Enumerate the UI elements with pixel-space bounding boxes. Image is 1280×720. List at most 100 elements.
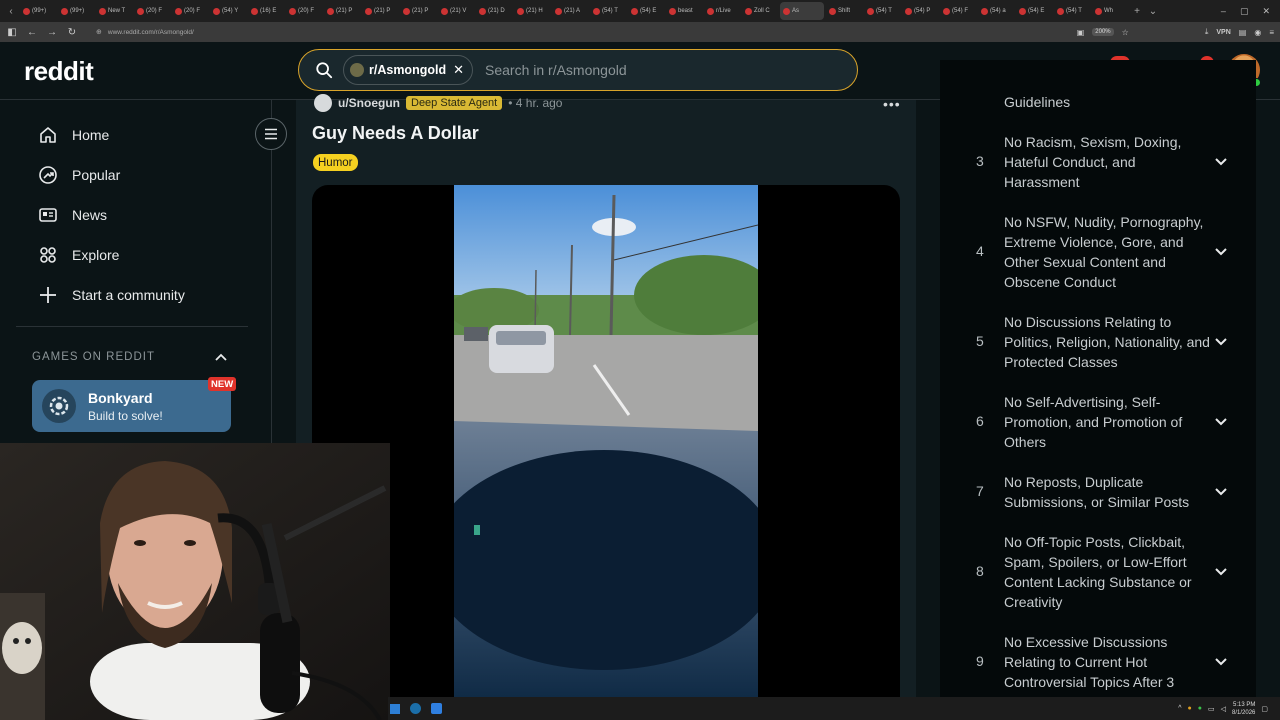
tab-favicon-icon xyxy=(23,7,30,15)
game-card-bonkyard[interactable]: Bonkyard Build to solve! xyxy=(32,380,231,432)
browser-tab[interactable]: (21) P xyxy=(362,2,398,20)
sidebar-item-news[interactable]: News xyxy=(38,204,107,226)
clock[interactable]: 5:13 PM 8/1/2026 xyxy=(1232,701,1255,717)
steam-icon[interactable] xyxy=(410,703,421,714)
maximize-icon[interactable]: ▢ xyxy=(1240,6,1249,17)
browser-tab[interactable]: (21) P xyxy=(400,2,436,20)
chevron-down-icon[interactable] xyxy=(1214,157,1228,167)
browser-tab[interactable]: (54) T xyxy=(590,2,626,20)
browser-tab[interactable]: (20) F xyxy=(172,2,208,20)
tab-list-icon[interactable]: ⌄ xyxy=(1146,4,1160,18)
browser-tab[interactable]: beast xyxy=(666,2,702,20)
app-icon[interactable] xyxy=(431,703,442,714)
browser-tab-bar: ‹ (99+) (99+) New T (20) F (20) F (54) Y (16) … xyxy=(0,0,1280,22)
games-heading[interactable]: GAMES ON REDDIT xyxy=(32,351,155,363)
browser-tab[interactable]: (54) P xyxy=(902,2,938,20)
tray-expand-icon[interactable]: ^ xyxy=(1178,705,1181,712)
tab-label: (54) T xyxy=(1066,8,1082,14)
collapse-sidebar-button[interactable] xyxy=(255,118,287,150)
address-bar-tools: ▣ 200% ☆ ⤓ VPN ▤ ◉ ≡ xyxy=(1077,27,1274,37)
sidebar-item-explore[interactable]: Explore xyxy=(38,244,119,266)
file-explorer-icon[interactable] xyxy=(390,703,400,714)
browser-tab[interactable]: (54) T xyxy=(864,2,900,20)
browser-tab[interactable]: (21) A xyxy=(552,2,588,20)
minimize-icon[interactable]: – xyxy=(1221,6,1226,17)
rule-text: No Reposts, Duplicate Submissions, or Si… xyxy=(1004,474,1190,510)
video-player[interactable] xyxy=(312,185,900,700)
tab-label: (21) P xyxy=(336,8,353,14)
sidebar-item-popular[interactable]: Popular xyxy=(38,164,120,186)
profile-icon[interactable]: ◉ xyxy=(1254,28,1261,37)
browser-tab[interactable]: (54) Y xyxy=(210,2,246,20)
notification-center-icon[interactable]: ▢ xyxy=(1261,705,1268,713)
browser-tab[interactable]: (54) F xyxy=(940,2,976,20)
rule-text: No NSFW, Nudity, Pornography, Extreme Vi… xyxy=(1004,214,1204,290)
chip-remove-icon[interactable]: ✕ xyxy=(453,62,464,78)
sidebar-toggle-icon[interactable]: ◧ xyxy=(6,27,18,38)
tray-app-icon[interactable]: ● xyxy=(1188,705,1192,712)
browser-tab[interactable]: (21) V xyxy=(438,2,474,20)
browser-tab[interactable]: (21) H xyxy=(514,2,550,20)
browser-tab[interactable]: As xyxy=(780,2,824,20)
browser-tab[interactable]: (54) a xyxy=(978,2,1014,20)
search-bar[interactable]: r/Asmongold ✕ Search in r/Asmongold xyxy=(298,49,858,91)
volume-icon[interactable]: ◁ xyxy=(1221,705,1226,713)
vpn-button[interactable]: VPN xyxy=(1216,29,1230,36)
post-title[interactable]: Guy Needs A Dollar xyxy=(312,123,479,144)
browser-tab[interactable]: (21) D xyxy=(476,2,512,20)
browser-tab[interactable]: Shift xyxy=(826,2,862,20)
url-field[interactable]: ⊕ www.reddit.com/r/Asmongold/ xyxy=(86,24,1069,40)
browser-tab[interactable]: Zoll C xyxy=(742,2,778,20)
browser-tab[interactable]: (99+) xyxy=(58,2,94,20)
tray-app-icon[interactable]: ● xyxy=(1198,705,1202,712)
tab-favicon-icon xyxy=(631,7,638,15)
close-window-icon[interactable]: ✕ xyxy=(1262,6,1270,17)
tab-label: Wh xyxy=(1104,8,1113,14)
download-icon[interactable]: ⤓ xyxy=(1205,27,1209,37)
search-input[interactable]: Search in r/Asmongold xyxy=(485,62,627,78)
browser-tab[interactable]: New T xyxy=(96,2,132,20)
browser-tab[interactable]: (20) F xyxy=(134,2,170,20)
chevron-up-icon[interactable] xyxy=(214,352,228,362)
browser-tab[interactable]: Wh xyxy=(1092,2,1128,20)
browser-tab[interactable]: (54) E xyxy=(628,2,664,20)
rule-number: 7 xyxy=(976,483,984,499)
new-tab-icon[interactable]: + xyxy=(1130,4,1144,18)
browser-tab[interactable]: (54) E xyxy=(1016,2,1052,20)
sidebar-item-start-community[interactable]: Start a community xyxy=(38,284,185,306)
post-flair[interactable]: Humor xyxy=(313,154,358,171)
network-icon[interactable]: ▭ xyxy=(1208,705,1215,713)
site-info-icon[interactable]: ⊕ xyxy=(96,28,102,36)
browser-tab[interactable]: (16) E xyxy=(248,2,284,20)
chevron-down-icon[interactable] xyxy=(1214,247,1228,257)
chevron-down-icon[interactable] xyxy=(1214,417,1228,427)
reddit-logo[interactable]: reddit xyxy=(24,56,94,87)
browser-tab[interactable]: (54) T xyxy=(1054,2,1090,20)
browser-tab[interactable]: r/Live xyxy=(704,2,740,20)
browser-tab[interactable]: (99+) xyxy=(20,2,56,20)
tab-label: (54) T xyxy=(602,8,618,14)
browser-tab[interactable]: (20) F xyxy=(286,2,322,20)
browser-tab[interactable]: (21) P xyxy=(324,2,360,20)
tab-label: (21) D xyxy=(488,8,505,14)
chevron-down-icon[interactable] xyxy=(1214,657,1228,667)
author-name[interactable]: u/Snoegun xyxy=(338,96,400,110)
chevron-down-icon[interactable] xyxy=(1214,337,1228,347)
tab-label: (54) T xyxy=(876,8,892,14)
chevron-down-icon[interactable] xyxy=(1214,567,1228,577)
tab-favicon-icon xyxy=(745,7,752,15)
reader-icon[interactable]: ▣ xyxy=(1077,28,1085,37)
wallet-icon[interactable]: ▤ xyxy=(1239,28,1247,37)
tab-scroll-left-icon[interactable]: ‹ xyxy=(4,4,18,18)
reload-icon[interactable]: ↻ xyxy=(66,27,78,38)
forward-icon[interactable]: → xyxy=(46,27,58,38)
zoom-indicator[interactable]: 200% xyxy=(1092,28,1114,36)
sidebar-item-home[interactable]: Home xyxy=(38,124,109,146)
back-icon[interactable]: ← xyxy=(26,27,38,38)
chevron-down-icon[interactable] xyxy=(1214,487,1228,497)
menu-icon[interactable]: ≡ xyxy=(1269,28,1274,37)
author-avatar[interactable] xyxy=(314,94,332,112)
bookmark-star-icon[interactable]: ☆ xyxy=(1122,28,1129,37)
more-options-icon[interactable]: ••• xyxy=(883,96,901,112)
community-filter-chip[interactable]: r/Asmongold ✕ xyxy=(343,55,473,85)
